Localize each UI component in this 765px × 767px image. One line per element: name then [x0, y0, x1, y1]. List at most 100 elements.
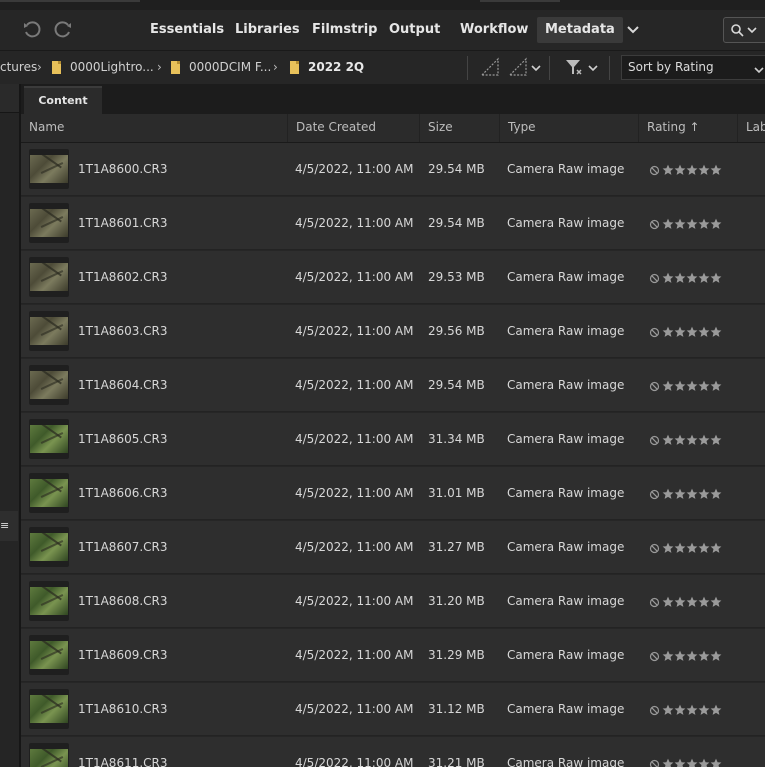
star-icon[interactable] — [698, 488, 710, 500]
star-icon[interactable] — [710, 488, 722, 500]
rating-control[interactable] — [649, 271, 722, 285]
workspace-tab-essentials[interactable]: Essentials — [142, 17, 232, 43]
reject-icon[interactable] — [649, 273, 660, 284]
table-row[interactable]: 1T1A8609.CR3 4/5/2022, 11:00 AM 31.29 MB Ca… — [21, 629, 765, 682]
column-date-created[interactable]: Date Created — [288, 114, 420, 142]
rating-control[interactable] — [649, 541, 722, 555]
star-icon[interactable] — [674, 164, 686, 176]
star-icon[interactable] — [686, 218, 698, 230]
star-icon[interactable] — [674, 488, 686, 500]
star-icon[interactable] — [662, 596, 674, 608]
workspace-tab-workflow[interactable]: Workflow — [452, 17, 536, 43]
star-icon[interactable] — [674, 542, 686, 554]
star-icon[interactable] — [674, 326, 686, 338]
star-icon[interactable] — [698, 704, 710, 716]
star-icon[interactable] — [662, 434, 674, 446]
star-icon[interactable] — [710, 434, 722, 446]
rating-control[interactable] — [649, 163, 722, 177]
reject-icon[interactable] — [649, 705, 660, 716]
tab-content[interactable]: Content — [24, 86, 102, 114]
star-icon[interactable] — [710, 164, 722, 176]
star-icon[interactable] — [710, 272, 722, 284]
rating-control[interactable] — [649, 649, 722, 663]
rating-control[interactable] — [649, 379, 722, 393]
quality-icon[interactable] — [479, 56, 501, 78]
rating-control[interactable] — [649, 217, 722, 231]
breadcrumb-pictures[interactable]: ctures — [0, 51, 37, 84]
workspace-tab-output[interactable]: Output — [381, 17, 448, 43]
star-icon[interactable] — [686, 650, 698, 662]
rating-control[interactable] — [649, 325, 722, 339]
redo-icon[interactable] — [52, 19, 74, 41]
column-type[interactable]: Type — [500, 114, 639, 142]
table-row[interactable]: 1T1A8608.CR3 4/5/2022, 11:00 AM 31.20 MB Ca… — [21, 575, 765, 628]
star-icon[interactable] — [686, 164, 698, 176]
star-icon[interactable] — [662, 164, 674, 176]
table-row[interactable]: 1T1A8607.CR3 4/5/2022, 11:00 AM 31.27 MB Ca… — [21, 521, 765, 574]
file-thumbnail[interactable] — [29, 365, 69, 405]
breadcrumb-current-folder[interactable]: 2022 2Q — [308, 51, 364, 84]
star-icon[interactable] — [686, 272, 698, 284]
star-icon[interactable] — [698, 542, 710, 554]
star-icon[interactable] — [698, 596, 710, 608]
sort-dropdown[interactable]: Sort by Rating — [621, 55, 765, 80]
star-icon[interactable] — [674, 704, 686, 716]
star-icon[interactable] — [674, 380, 686, 392]
star-icon[interactable] — [662, 272, 674, 284]
reject-icon[interactable] — [649, 327, 660, 338]
file-thumbnail[interactable] — [29, 311, 69, 351]
search-box[interactable] — [723, 17, 765, 43]
reject-icon[interactable] — [649, 759, 660, 767]
file-thumbnail[interactable] — [29, 257, 69, 297]
star-icon[interactable] — [686, 758, 698, 767]
star-icon[interactable] — [710, 218, 722, 230]
star-icon[interactable] — [686, 542, 698, 554]
table-row[interactable]: 1T1A8611.CR3 4/5/2022, 11:00 AM 31.21 MB Ca… — [21, 737, 765, 767]
star-icon[interactable] — [686, 488, 698, 500]
filter-chevron-icon[interactable] — [582, 57, 604, 79]
star-icon[interactable] — [698, 326, 710, 338]
undo-icon[interactable] — [21, 19, 43, 41]
table-row[interactable]: 1T1A8602.CR3 4/5/2022, 11:00 AM 29.53 MB Ca… — [21, 251, 765, 304]
rating-control[interactable] — [649, 487, 722, 501]
file-thumbnail[interactable] — [29, 689, 69, 729]
star-icon[interactable] — [662, 542, 674, 554]
rating-control[interactable] — [649, 757, 722, 767]
star-icon[interactable] — [662, 326, 674, 338]
star-icon[interactable] — [662, 218, 674, 230]
table-row[interactable]: 1T1A8606.CR3 4/5/2022, 11:00 AM 31.01 MB Ca… — [21, 467, 765, 520]
file-thumbnail[interactable] — [29, 581, 69, 621]
star-icon[interactable] — [674, 218, 686, 230]
reject-icon[interactable] — [649, 381, 660, 392]
table-row[interactable]: 1T1A8605.CR3 4/5/2022, 11:00 AM 31.34 MB Ca… — [21, 413, 765, 466]
star-icon[interactable] — [674, 272, 686, 284]
star-icon[interactable] — [698, 758, 710, 767]
star-icon[interactable] — [686, 326, 698, 338]
table-row[interactable]: 1T1A8601.CR3 4/5/2022, 11:00 AM 29.54 MB Ca… — [21, 197, 765, 250]
star-icon[interactable] — [698, 434, 710, 446]
star-icon[interactable] — [710, 380, 722, 392]
column-rating[interactable]: Rating ↑ — [639, 114, 738, 142]
star-icon[interactable] — [686, 596, 698, 608]
table-row[interactable]: 1T1A8603.CR3 4/5/2022, 11:00 AM 29.56 MB Ca… — [21, 305, 765, 358]
reject-icon[interactable] — [649, 489, 660, 500]
star-icon[interactable] — [662, 758, 674, 767]
star-icon[interactable] — [674, 434, 686, 446]
quality-chevron-icon[interactable] — [525, 57, 547, 79]
reject-icon[interactable] — [649, 219, 660, 230]
reject-icon[interactable] — [649, 165, 660, 176]
reject-icon[interactable] — [649, 651, 660, 662]
workspace-tab-libraries[interactable]: Libraries — [227, 17, 308, 43]
column-size[interactable]: Size — [420, 114, 500, 142]
panel-menu-icon[interactable]: ≡ — [0, 511, 18, 541]
star-icon[interactable] — [662, 650, 674, 662]
rating-control[interactable] — [649, 703, 722, 717]
table-row[interactable]: 1T1A8600.CR3 4/5/2022, 11:00 AM 29.54 MB Ca… — [21, 143, 765, 196]
breadcrumb-dcim[interactable]: 0000DCIM F... — [189, 51, 271, 84]
breadcrumb-lightroom[interactable]: 0000Lightro... — [70, 51, 154, 84]
workspace-tab-filmstrip[interactable]: Filmstrip — [304, 17, 385, 43]
star-icon[interactable] — [710, 650, 722, 662]
star-icon[interactable] — [674, 650, 686, 662]
star-icon[interactable] — [662, 488, 674, 500]
file-thumbnail[interactable] — [29, 203, 69, 243]
